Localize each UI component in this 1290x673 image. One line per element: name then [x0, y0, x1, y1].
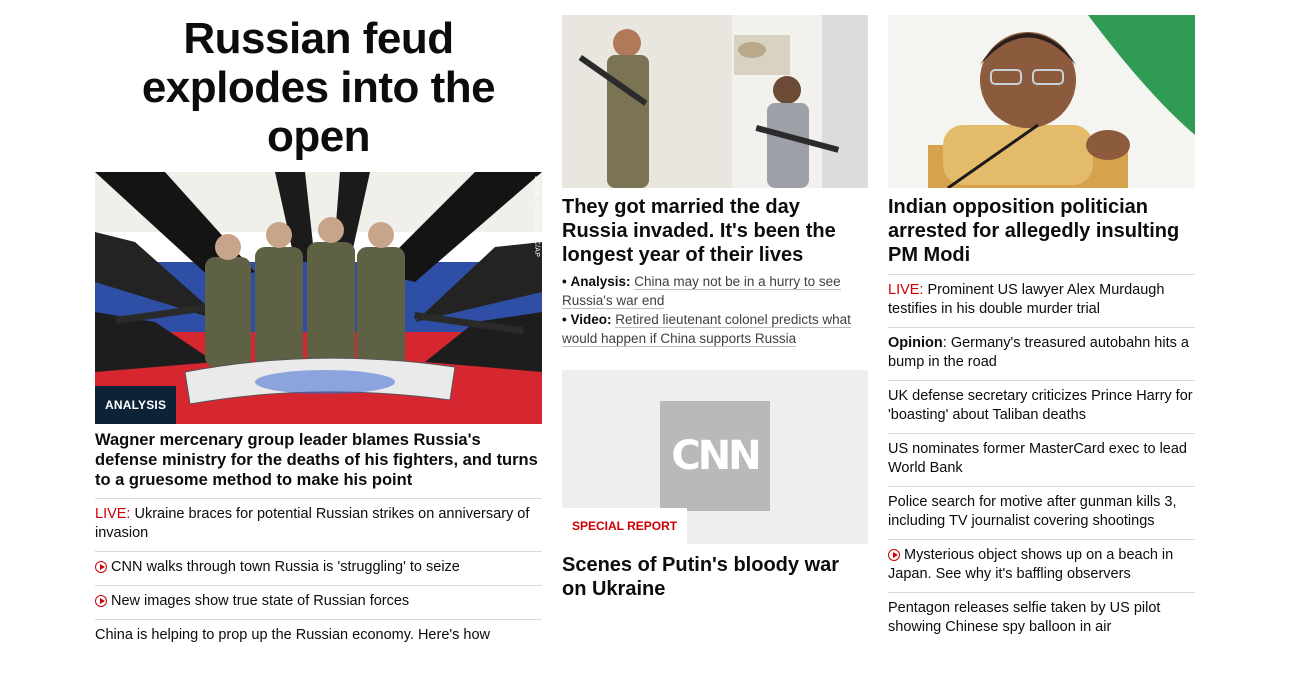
story-link-text: Ukraine braces for potential Russian str…: [95, 506, 530, 541]
wagner-mural-image[interactable]: DARKO VOJINOVIC/AP ANALYSIS: [95, 172, 542, 424]
story-link-text: UK defense secretary criticizes Prince H…: [888, 388, 1193, 423]
video-sublink[interactable]: • Video: Retired lieutenant colonel pred…: [562, 310, 868, 348]
list-item[interactable]: LIVE: Prominent US lawyer Alex Murdaugh …: [888, 274, 1195, 327]
list-item[interactable]: Police search for motive after gunman ki…: [888, 486, 1195, 539]
latest-stories-list: LIVE: Prominent US lawyer Alex Murdaugh …: [888, 274, 1195, 645]
live-label: LIVE:: [888, 282, 924, 298]
list-item[interactable]: CNN walks through town Russia is 'strugg…: [95, 551, 542, 585]
story-link-text: Mysterious object shows up on a beach in…: [888, 547, 1174, 582]
play-icon: [95, 561, 107, 573]
story-link-text: Police search for motive after gunman ki…: [888, 494, 1177, 529]
story-link-text: Pentagon releases selfie taken by US pil…: [888, 600, 1161, 635]
lead-story-column: Russian feud explodes into the open DARK…: [95, 0, 542, 643]
married-story-title[interactable]: They got married the day Russia invaded.…: [562, 195, 868, 267]
list-item[interactable]: Pentagon releases selfie taken by US pil…: [888, 592, 1195, 645]
list-item[interactable]: US nominates former MasterCard exec to l…: [888, 433, 1195, 486]
politician-photo: [888, 15, 1195, 188]
cnn-logo: CNN: [671, 433, 761, 479]
sublink-label: Analysis:: [570, 274, 631, 289]
main-headline[interactable]: Russian feud explodes into the open: [95, 14, 542, 161]
play-icon: [888, 549, 900, 561]
story-link-text: CNN walks through town Russia is 'strugg…: [111, 559, 460, 575]
story-sublinks: • Analysis: China may not be in a hurry …: [562, 272, 868, 348]
politician-story-title[interactable]: Indian opposition politician arrested fo…: [888, 195, 1195, 267]
special-report-image[interactable]: CNN SPECIAL REPORT: [562, 370, 868, 544]
special-report-badge: SPECIAL REPORT: [562, 508, 688, 544]
live-label: LIVE:: [95, 506, 131, 522]
list-item[interactable]: UK defense secretary criticizes Prince H…: [888, 380, 1195, 433]
list-item[interactable]: Mysterious object shows up on a beach in…: [888, 539, 1195, 592]
opinion-label: Opinion: [888, 335, 943, 351]
list-item[interactable]: New images show true state of Russian fo…: [95, 585, 542, 619]
story-link-text: New images show true state of Russian fo…: [111, 593, 410, 609]
play-icon: [95, 595, 107, 607]
putin-story-title[interactable]: Scenes of Putin's bloody war on Ukraine: [562, 553, 868, 601]
sublink-label: Video:: [570, 312, 612, 327]
analysis-badge: ANALYSIS: [95, 386, 177, 424]
wagner-story-title[interactable]: Wagner mercenary group leader blames Rus…: [95, 430, 542, 490]
married-couple-image[interactable]: [562, 15, 868, 188]
list-item[interactable]: Opinion: Germany's treasured autobahn hi…: [888, 327, 1195, 380]
story-link-text: China is helping to prop up the Russian …: [95, 627, 491, 643]
analysis-sublink[interactable]: • Analysis: China may not be in a hurry …: [562, 272, 868, 310]
story-link-text: Prominent US lawyer Alex Murdaugh testif…: [888, 282, 1165, 317]
couple-photo: [562, 15, 868, 188]
related-stories-list: LIVE: Ukraine braces for potential Russi…: [95, 498, 542, 653]
cnn-logo-tile: CNN: [660, 401, 770, 511]
list-item[interactable]: LIVE: Ukraine braces for potential Russi…: [95, 498, 542, 551]
story-link-text: US nominates former MasterCard exec to l…: [888, 441, 1187, 476]
politician-image[interactable]: [888, 15, 1195, 188]
list-item[interactable]: China is helping to prop up the Russian …: [95, 619, 542, 653]
photo-credit: DARKO VOJINOVIC/AP: [533, 176, 540, 258]
